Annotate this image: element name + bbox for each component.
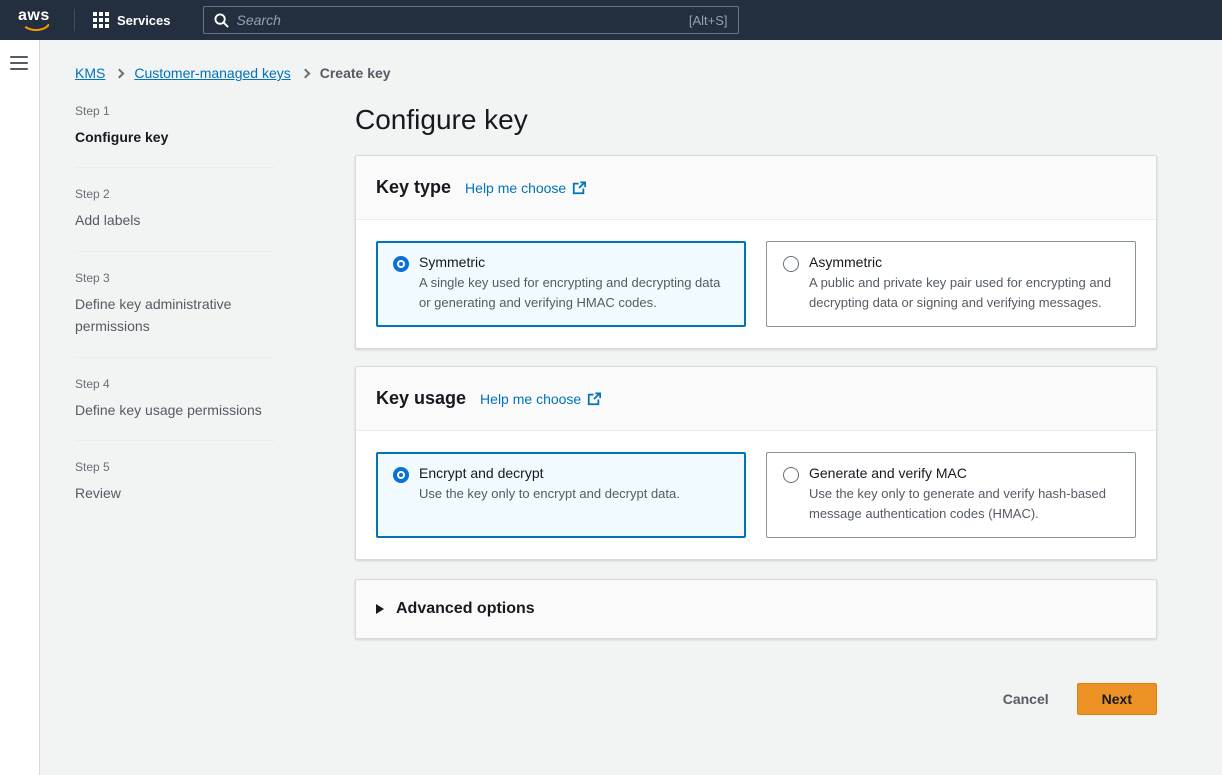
hamburger-menu-icon[interactable] <box>10 56 28 70</box>
topbar-divider <box>74 9 75 31</box>
step-title-configure-key[interactable]: Configure key <box>75 126 275 148</box>
key-type-help-link[interactable]: Help me choose <box>465 180 586 196</box>
help-link-label: Help me choose <box>480 391 581 407</box>
step-item-4: Step 4 Define key usage permissions <box>75 375 275 425</box>
help-link-label: Help me choose <box>465 180 566 196</box>
option-description: A public and private key pair used for e… <box>809 273 1119 312</box>
step-divider <box>75 357 275 358</box>
key-usage-option-generate-verify-mac[interactable]: Generate and verify MAC Use the key only… <box>766 452 1136 538</box>
option-description: Use the key only to encrypt and decrypt … <box>419 484 680 504</box>
step-number: Step 3 <box>75 271 275 285</box>
step-title-add-labels[interactable]: Add labels <box>75 209 275 231</box>
radio-unselected-icon[interactable] <box>783 256 799 272</box>
step-number: Step 5 <box>75 460 275 474</box>
option-title: Asymmetric <box>809 254 1119 270</box>
services-menu-button[interactable]: Services <box>91 8 173 32</box>
option-title: Encrypt and decrypt <box>419 465 680 481</box>
top-nav-bar: aws Services Search [Alt+S] <box>0 0 1222 40</box>
step-title-admin-permissions[interactable]: Define key administrative permissions <box>75 293 275 338</box>
search-placeholder: Search <box>237 12 689 28</box>
advanced-options-expander[interactable]: Advanced options <box>355 579 1157 639</box>
search-icon <box>214 13 229 28</box>
key-usage-card-body: Encrypt and decrypt Use the key only to … <box>356 431 1156 559</box>
page-content: KMS Customer-managed keys Create key Ste… <box>41 40 1222 775</box>
step-divider <box>75 167 275 168</box>
radio-unselected-icon[interactable] <box>783 467 799 483</box>
search-shortcut-hint: [Alt+S] <box>689 13 728 28</box>
aws-logo[interactable]: aws <box>18 7 56 31</box>
key-type-card-body: Symmetric A single key used for encrypti… <box>356 220 1156 348</box>
key-type-option-symmetric[interactable]: Symmetric A single key used for encrypti… <box>376 241 746 327</box>
key-usage-title: Key usage <box>376 388 466 409</box>
services-label: Services <box>117 13 171 28</box>
key-usage-card: Key usage Help me choose <box>355 366 1157 560</box>
next-button[interactable]: Next <box>1077 683 1157 715</box>
step-item-3: Step 3 Define key administrative permiss… <box>75 269 275 342</box>
breadcrumb-customer-managed-keys-link[interactable]: Customer-managed keys <box>134 65 290 81</box>
key-usage-card-header: Key usage Help me choose <box>356 367 1156 431</box>
advanced-options-title: Advanced options <box>396 600 535 618</box>
step-item-2: Step 2 Add labels <box>75 185 275 235</box>
key-usage-option-encrypt-decrypt[interactable]: Encrypt and decrypt Use the key only to … <box>376 452 746 538</box>
services-grid-icon <box>93 12 109 28</box>
key-type-card: Key type Help me choose <box>355 155 1157 349</box>
breadcrumb-kms-link[interactable]: KMS <box>75 65 105 81</box>
step-title-usage-permissions[interactable]: Define key usage permissions <box>75 399 275 421</box>
caret-right-icon <box>376 604 384 614</box>
option-title: Symmetric <box>419 254 729 270</box>
search-input[interactable]: Search [Alt+S] <box>203 6 739 34</box>
breadcrumb-chevron-icon <box>300 68 310 78</box>
wizard-actions: Cancel Next <box>355 683 1157 715</box>
radio-selected-icon[interactable] <box>393 256 409 272</box>
option-description: A single key used for encrypting and dec… <box>419 273 729 312</box>
breadcrumb-chevron-icon <box>115 68 125 78</box>
wizard-steps-nav: Step 1 Configure key Step 2 Add labels S… <box>75 102 275 715</box>
page-title: Configure key <box>355 102 1157 138</box>
option-description: Use the key only to generate and verify … <box>809 484 1119 523</box>
external-link-icon <box>587 392 601 406</box>
external-link-icon <box>572 181 586 195</box>
aws-smile-icon <box>21 21 51 31</box>
step-divider <box>75 440 275 441</box>
step-item-5: Step 5 Review <box>75 458 275 508</box>
side-rail <box>0 40 40 775</box>
step-number: Step 4 <box>75 377 275 391</box>
option-title: Generate and verify MAC <box>809 465 1119 481</box>
radio-selected-icon[interactable] <box>393 467 409 483</box>
step-number: Step 1 <box>75 104 275 118</box>
main-panel: Configure key Key type Help me choose <box>355 102 1157 715</box>
step-item-1: Step 1 Configure key <box>75 102 275 152</box>
key-type-title: Key type <box>376 177 451 198</box>
key-type-card-header: Key type Help me choose <box>356 156 1156 220</box>
cancel-button[interactable]: Cancel <box>1003 691 1049 707</box>
step-number: Step 2 <box>75 187 275 201</box>
step-title-review[interactable]: Review <box>75 482 275 504</box>
breadcrumb-current: Create key <box>320 65 391 81</box>
key-usage-help-link[interactable]: Help me choose <box>480 391 601 407</box>
breadcrumb: KMS Customer-managed keys Create key <box>75 65 1222 81</box>
key-type-option-asymmetric[interactable]: Asymmetric A public and private key pair… <box>766 241 1136 327</box>
step-divider <box>75 251 275 252</box>
